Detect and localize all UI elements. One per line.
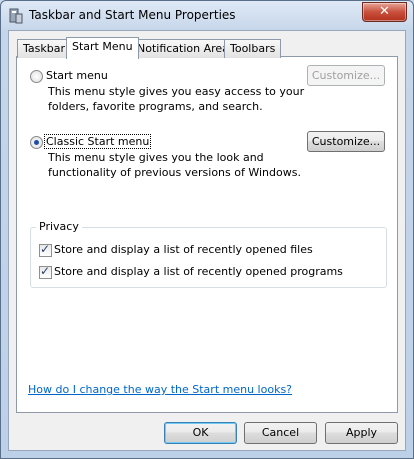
- title-bar[interactable]: Taskbar and Start Menu Properties ✕: [1, 1, 413, 31]
- start-menu-radio-label[interactable]: Start menu: [46, 69, 108, 82]
- classic-start-menu-description: This menu style gives you the look and f…: [48, 150, 301, 180]
- classic-start-menu-radio-label[interactable]: Classic Start menu: [44, 134, 152, 149]
- start-menu-description-line2: folders, favorite programs, and search.: [48, 100, 263, 113]
- tab-start-menu[interactable]: Start Menu: [66, 37, 139, 59]
- apply-button[interactable]: Apply: [325, 422, 398, 444]
- privacy-group-title: Privacy: [36, 220, 82, 233]
- help-link[interactable]: How do I change the way the Start menu l…: [28, 383, 292, 396]
- classic-customize-button[interactable]: Customize...: [307, 131, 385, 152]
- classic-description-line2: functionality of previous versions of Wi…: [48, 166, 301, 179]
- tab-taskbar[interactable]: Taskbar: [17, 39, 71, 58]
- cancel-button[interactable]: Cancel: [244, 422, 317, 444]
- taskbar-properties-icon: [9, 8, 23, 24]
- start-menu-customize-button[interactable]: Customize...: [307, 65, 385, 86]
- close-button[interactable]: ✕: [362, 2, 407, 22]
- classic-start-menu-radio[interactable]: [30, 136, 43, 149]
- privacy-group: [30, 227, 387, 288]
- close-icon: ✕: [379, 4, 390, 19]
- tab-toolbars[interactable]: Toolbars: [224, 39, 282, 58]
- start-menu-description-line1: This menu style gives you easy access to…: [48, 85, 305, 98]
- store-files-checkbox[interactable]: [39, 242, 52, 257]
- start-menu-radio[interactable]: [30, 70, 43, 83]
- tab-notification-area[interactable]: Notification Area: [131, 39, 235, 58]
- start-menu-description: This menu style gives you easy access to…: [48, 84, 304, 114]
- store-programs-label[interactable]: Store and display a list of recently ope…: [54, 265, 343, 278]
- ok-button[interactable]: OK: [164, 422, 237, 444]
- window-title: Taskbar and Start Menu Properties: [29, 8, 236, 22]
- store-files-label[interactable]: Store and display a list of recently ope…: [54, 243, 313, 256]
- store-programs-checkbox[interactable]: [39, 264, 52, 279]
- classic-description-line1: This menu style gives you the look and: [48, 151, 264, 164]
